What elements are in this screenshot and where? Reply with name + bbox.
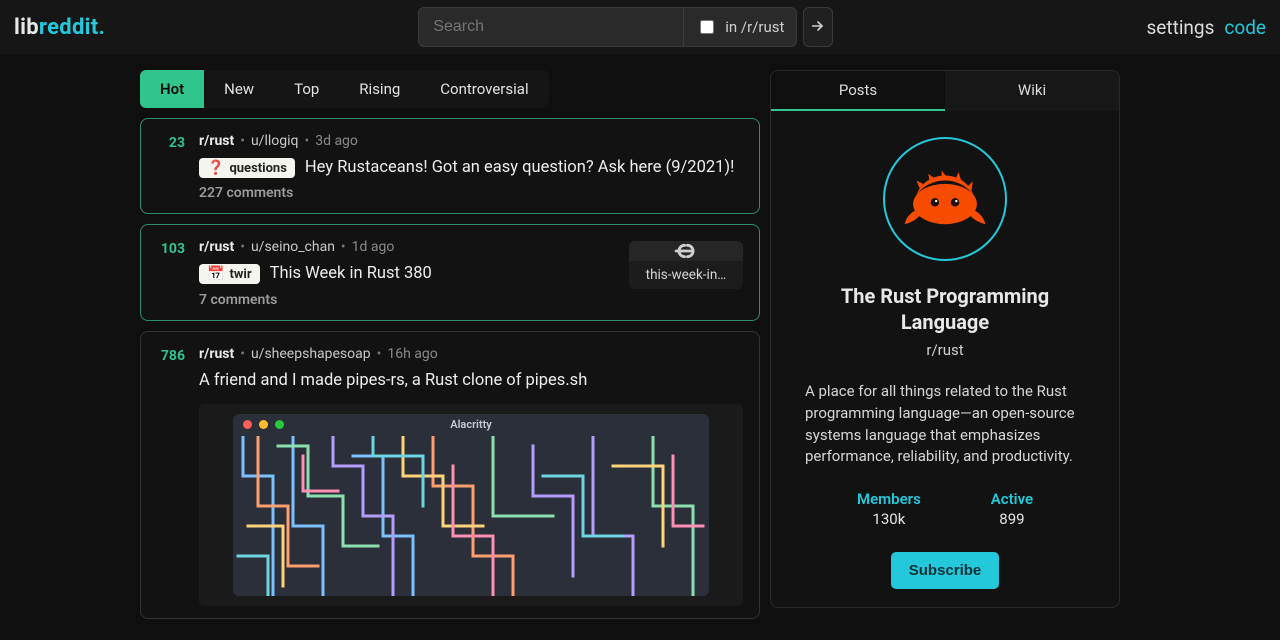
sidebar-tabs: Posts Wiki bbox=[771, 71, 1119, 111]
settings-link[interactable]: settings bbox=[1147, 16, 1215, 39]
search-input[interactable] bbox=[419, 8, 683, 46]
post-comments[interactable]: 7 comments bbox=[199, 292, 615, 308]
sort-new[interactable]: New bbox=[204, 70, 274, 108]
search-submit-button[interactable] bbox=[803, 7, 833, 47]
title-row: 📅 twir This Week in Rust 380 bbox=[199, 263, 615, 285]
sort-top[interactable]: Top bbox=[274, 70, 339, 108]
post-body: r/rust • u/seino_chan • 1d ago 📅 twir Th… bbox=[199, 239, 615, 307]
meta-separator: • bbox=[240, 133, 245, 149]
post-body: r/rust • u/llogiq • 3d ago ❓ questions H… bbox=[199, 133, 743, 201]
post-age: 1d ago bbox=[352, 239, 395, 255]
post-subreddit[interactable]: r/rust bbox=[199, 346, 234, 362]
link-icon bbox=[629, 241, 743, 261]
feed-column: Hot New Top Rising Controversial 23 r/ru… bbox=[140, 70, 760, 619]
sort-rising[interactable]: Rising bbox=[339, 70, 420, 108]
post-score: 103 bbox=[157, 239, 185, 307]
flair-emoji-icon: 📅 bbox=[207, 266, 224, 282]
sidebar-body: The Rust Programming Language r/rust A p… bbox=[771, 111, 1119, 607]
post-flair[interactable]: 📅 twir bbox=[199, 264, 260, 284]
stat-active: Active 899 bbox=[991, 490, 1033, 528]
restrict-subreddit[interactable]: in /r/rust bbox=[683, 8, 796, 46]
post-score: 23 bbox=[157, 133, 185, 201]
post-card[interactable]: 786 r/rust • u/sheepshapesoap • 16h ago … bbox=[140, 331, 760, 619]
restrict-subreddit-checkbox[interactable] bbox=[700, 20, 714, 34]
sidebar-tab-posts[interactable]: Posts bbox=[771, 71, 945, 111]
sort-controversial[interactable]: Controversial bbox=[420, 70, 548, 108]
title-row: ❓ questions Hey Rustaceans! Got an easy … bbox=[199, 157, 743, 179]
post-media[interactable]: Alacritty bbox=[199, 404, 743, 606]
post-author[interactable]: u/sheepshapesoap bbox=[251, 346, 371, 362]
post-meta: r/rust • u/llogiq • 3d ago bbox=[199, 133, 743, 149]
meta-separator: • bbox=[341, 239, 346, 255]
flair-text: twir bbox=[229, 267, 251, 282]
subreddit-panel: Posts Wiki bbox=[770, 70, 1120, 608]
post-age: 3d ago bbox=[315, 133, 358, 149]
code-link[interactable]: code bbox=[1224, 16, 1266, 39]
flair-emoji-icon: ❓ bbox=[207, 160, 224, 176]
sidebar-tab-wiki[interactable]: Wiki bbox=[945, 71, 1119, 111]
arrow-right-icon bbox=[810, 18, 826, 37]
meta-separator: • bbox=[304, 133, 309, 149]
main-layout: Hot New Top Rising Controversial 23 r/ru… bbox=[0, 54, 1280, 619]
post-meta: r/rust • u/sheepshapesoap • 16h ago bbox=[199, 346, 743, 362]
sort-hot[interactable]: Hot bbox=[140, 70, 204, 108]
search-wrap: in /r/rust bbox=[418, 7, 833, 47]
thumbnail-caption: this-week-in… bbox=[629, 261, 743, 289]
subreddit-stats: Members 130k Active 899 bbox=[805, 490, 1085, 528]
post-title[interactable]: A friend and I made pipes-rs, a Rust clo… bbox=[199, 370, 587, 392]
post-body: r/rust • u/sheepshapesoap • 16h ago A fr… bbox=[199, 346, 743, 606]
stat-members-label: Members bbox=[857, 490, 921, 508]
sort-tabs: Hot New Top Rising Controversial bbox=[140, 70, 549, 108]
post-thumbnail[interactable]: this-week-in… bbox=[629, 241, 743, 289]
post-card[interactable]: 23 r/rust • u/llogiq • 3d ago ❓ question… bbox=[140, 118, 760, 214]
subreddit-title: The Rust Programming Language bbox=[805, 283, 1085, 335]
terminal-titlebar: Alacritty bbox=[233, 414, 709, 436]
terminal-title: Alacritty bbox=[233, 418, 709, 431]
restrict-subreddit-label: in /r/rust bbox=[725, 18, 784, 36]
ferris-crab-icon bbox=[903, 167, 987, 231]
post-subreddit[interactable]: r/rust bbox=[199, 133, 234, 149]
meta-separator: • bbox=[377, 346, 382, 362]
post-comments[interactable]: 227 comments bbox=[199, 185, 743, 201]
meta-separator: • bbox=[240, 239, 245, 255]
post-subreddit[interactable]: r/rust bbox=[199, 239, 234, 255]
subreddit-icon bbox=[883, 137, 1007, 261]
post-score: 786 bbox=[157, 346, 185, 606]
post-meta: r/rust • u/seino_chan • 1d ago bbox=[199, 239, 615, 255]
subscribe-button[interactable]: Subscribe bbox=[891, 552, 1000, 589]
post-title[interactable]: Hey Rustaceans! Got an easy question? As… bbox=[305, 157, 735, 179]
post-author[interactable]: u/llogiq bbox=[251, 133, 299, 149]
post-author[interactable]: u/seino_chan bbox=[251, 239, 335, 255]
stat-members: Members 130k bbox=[857, 490, 921, 528]
subreddit-name[interactable]: r/rust bbox=[926, 341, 963, 359]
search-box: in /r/rust bbox=[418, 7, 797, 47]
logo-lib: lib bbox=[14, 15, 39, 40]
logo[interactable]: libreddit. bbox=[14, 15, 105, 40]
post-age: 16h ago bbox=[387, 346, 437, 362]
post-card[interactable]: 103 r/rust • u/seino_chan • 1d ago 📅 twi… bbox=[140, 224, 760, 320]
title-row: A friend and I made pipes-rs, a Rust clo… bbox=[199, 370, 743, 392]
top-nav: libreddit. in /r/rust settings code bbox=[0, 0, 1280, 54]
nav-right: settings code bbox=[1147, 16, 1266, 39]
sidebar-column: Posts Wiki bbox=[770, 70, 1120, 619]
logo-reddit: reddit. bbox=[39, 15, 105, 40]
stat-active-label: Active bbox=[991, 490, 1033, 508]
post-title[interactable]: This Week in Rust 380 bbox=[270, 263, 432, 285]
subreddit-description: A place for all things related to the Ru… bbox=[805, 381, 1085, 468]
stat-members-value: 130k bbox=[857, 510, 921, 528]
flair-text: questions bbox=[229, 161, 286, 176]
pipes-graphic bbox=[233, 436, 709, 596]
post-flair[interactable]: ❓ questions bbox=[199, 158, 295, 178]
stat-active-value: 899 bbox=[991, 510, 1033, 528]
meta-separator: • bbox=[240, 346, 245, 362]
terminal-window: Alacritty bbox=[233, 414, 709, 596]
